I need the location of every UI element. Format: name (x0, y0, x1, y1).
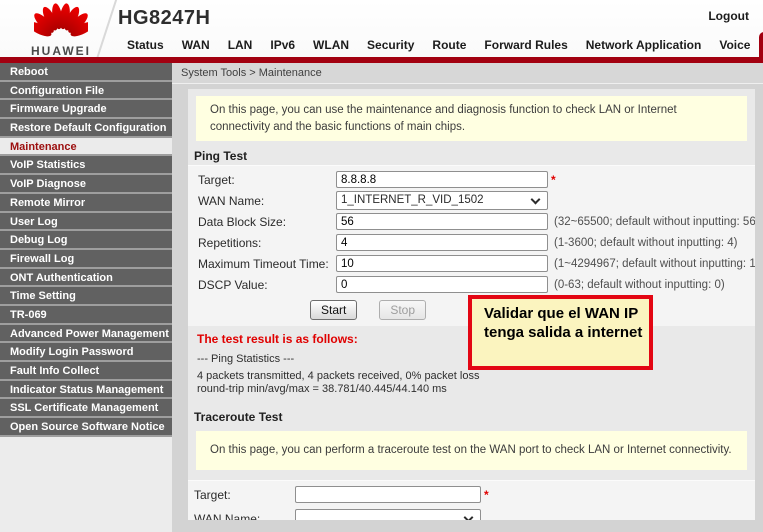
huawei-wordmark: HUAWEI (16, 44, 106, 58)
sidebar-item-maintenance[interactable]: Maintenance (0, 138, 172, 157)
ping-repetitions-hint: (1-3600; default without inputting: 4) (554, 237, 737, 249)
tab-status[interactable]: Status (118, 34, 173, 57)
sidebar-item-advanced-power-management[interactable]: Advanced Power Management (0, 325, 172, 344)
sidebar-item-restore-default-configuration[interactable]: Restore Default Configuration (0, 119, 172, 138)
logout-link[interactable]: Logout (708, 9, 749, 23)
tab-security[interactable]: Security (358, 34, 423, 57)
ping-data-block-size-input[interactable] (336, 213, 548, 230)
tab-wan[interactable]: WAN (173, 34, 219, 57)
sidebar-menu: Reboot Configuration File Firmware Upgra… (0, 63, 172, 437)
sidebar-item-configuration-file[interactable]: Configuration File (0, 82, 172, 101)
traceroute-test-form: Target: * WAN Name: Data Block Size: (38… (188, 480, 755, 520)
ping-target-input[interactable] (336, 171, 548, 188)
chevron-down-icon (464, 513, 474, 520)
ping-wan-name-value: 1_INTERNET_R_VID_1502 (341, 194, 484, 206)
sidebar-item-remote-mirror[interactable]: Remote Mirror (0, 194, 172, 213)
ping-max-timeout-row: Maximum Timeout Time: (1~4294967; defaul… (188, 253, 755, 274)
sidebar-item-voip-statistics[interactable]: VoIP Statistics (0, 156, 172, 175)
ping-result-line: round-trip min/avg/max = 38.781/40.445/4… (197, 383, 755, 395)
tab-wlan[interactable]: WLAN (304, 34, 358, 57)
ping-wan-name-row: WAN Name: 1_INTERNET_R_VID_1502 (188, 190, 755, 211)
tab-ipv6[interactable]: IPv6 (261, 34, 304, 57)
header: HUAWEI HG8247H Logout Status WAN LAN IPv… (0, 0, 763, 57)
ping-max-timeout-label: Maximum Timeout Time: (198, 257, 336, 271)
ping-dscp-label: DSCP Value: (198, 278, 336, 292)
huawei-flower-icon (34, 3, 88, 41)
traceroute-target-row: Target: * (188, 484, 755, 505)
annotation-callout: Validar que el WAN IP tenga salida a int… (468, 295, 653, 370)
ping-result-line: 4 packets transmitted, 4 packets receive… (197, 370, 755, 382)
sidebar-item-open-source-software-notice[interactable]: Open Source Software Notice (0, 418, 172, 437)
sidebar-item-user-log[interactable]: User Log (0, 213, 172, 232)
ping-wan-name-label: WAN Name: (198, 194, 336, 208)
page-title: HG8247H (118, 7, 210, 30)
ping-target-row: Target: * (188, 169, 755, 190)
required-asterisk: * (484, 488, 489, 502)
ping-repetitions-input[interactable] (336, 234, 548, 251)
traceroute-wan-name-row: WAN Name: (188, 508, 755, 520)
traceroute-test-title: Traceroute Test (194, 410, 755, 424)
chevron-down-icon (531, 195, 541, 205)
tab-voice[interactable]: Voice (710, 34, 759, 57)
traceroute-wan-name-select[interactable] (295, 509, 481, 520)
ping-info-box: On this page, you can use the maintenanc… (196, 96, 747, 141)
ping-stop-button[interactable]: Stop (379, 300, 426, 320)
traceroute-target-label: Target: (194, 488, 295, 502)
sidebar-item-indicator-status-management[interactable]: Indicator Status Management (0, 381, 172, 400)
ping-start-button[interactable]: Start (310, 300, 357, 320)
sidebar-item-debug-log[interactable]: Debug Log (0, 231, 172, 250)
ping-max-timeout-input[interactable] (336, 255, 548, 272)
traceroute-info-box: On this page, you can perform a tracerou… (196, 431, 747, 470)
sidebar-item-fault-info-collect[interactable]: Fault Info Collect (0, 362, 172, 381)
ping-test-title: Ping Test (194, 149, 755, 163)
sidebar-item-tr-069[interactable]: TR-069 (0, 306, 172, 325)
ping-target-label: Target: (198, 173, 336, 187)
sidebar-item-firmware-upgrade[interactable]: Firmware Upgrade (0, 100, 172, 119)
ping-data-block-size-label: Data Block Size: (198, 215, 336, 229)
tab-route[interactable]: Route (423, 34, 475, 57)
ping-repetitions-label: Repetitions: (198, 236, 336, 250)
ping-wan-name-select[interactable]: 1_INTERNET_R_VID_1502 (336, 191, 548, 210)
ping-data-block-size-hint: (32~65500; default without inputting: 56… (554, 216, 755, 228)
tab-network-application[interactable]: Network Application (577, 34, 711, 57)
sidebar-item-modify-login-password[interactable]: Modify Login Password (0, 343, 172, 362)
tab-system-tools[interactable]: System Tools (759, 32, 763, 57)
sidebar: Reboot Configuration File Firmware Upgra… (0, 63, 172, 532)
main-nav: Status WAN LAN IPv6 WLAN Security Route … (118, 32, 763, 57)
sidebar-item-ssl-certificate-management[interactable]: SSL Certificate Management (0, 399, 172, 418)
sidebar-item-firewall-log[interactable]: Firewall Log (0, 250, 172, 269)
sidebar-item-reboot[interactable]: Reboot (0, 63, 172, 82)
ping-data-block-size-row: Data Block Size: (32~65500; default with… (188, 211, 755, 232)
tab-lan[interactable]: LAN (219, 34, 262, 57)
ping-max-timeout-hint: (1~4294967; default without inputting: 1… (554, 258, 755, 270)
huawei-logo: HUAWEI (16, 3, 106, 58)
sidebar-item-time-setting[interactable]: Time Setting (0, 287, 172, 306)
traceroute-target-input[interactable] (295, 486, 481, 503)
sidebar-item-voip-diagnose[interactable]: VoIP Diagnose (0, 175, 172, 194)
tab-forward-rules[interactable]: Forward Rules (475, 34, 576, 57)
breadcrumb: System Tools > Maintenance (172, 63, 763, 84)
traceroute-wan-name-label: WAN Name: (194, 512, 295, 520)
required-asterisk: * (551, 173, 556, 187)
ping-dscp-hint: (0-63; default without inputting: 0) (554, 279, 725, 291)
sidebar-item-ont-authentication[interactable]: ONT Authentication (0, 269, 172, 288)
ping-repetitions-row: Repetitions: (1-3600; default without in… (188, 232, 755, 253)
ping-dscp-row: DSCP Value: (0-63; default without input… (188, 274, 755, 295)
ping-dscp-input[interactable] (336, 276, 548, 293)
